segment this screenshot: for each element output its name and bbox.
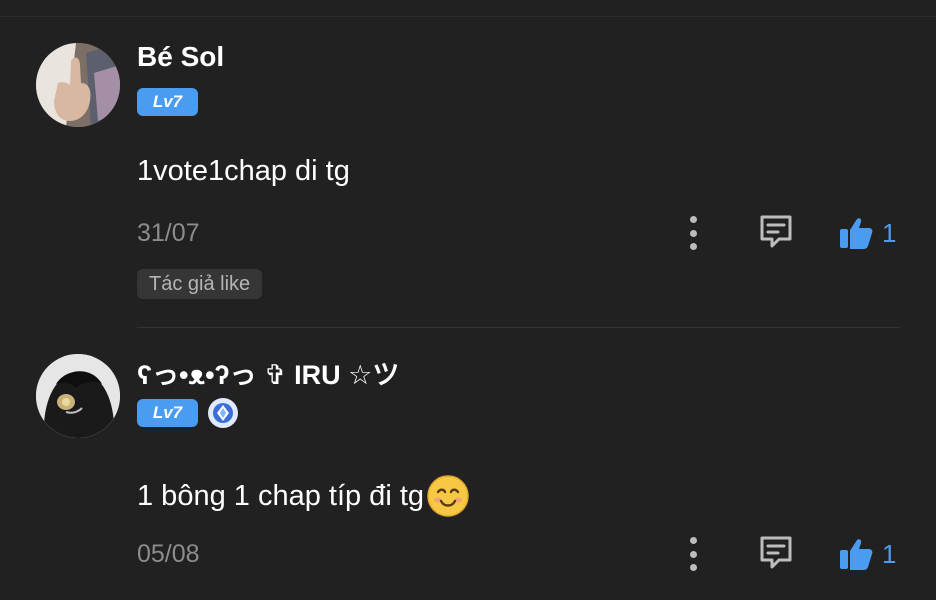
- user-badges: Lv7: [137, 88, 198, 116]
- like-button[interactable]: 1: [838, 214, 896, 252]
- more-vertical-icon: [689, 216, 697, 223]
- diamond-badge-icon: [208, 398, 238, 428]
- more-options-button[interactable]: [683, 216, 703, 250]
- comment-date: 31/07: [137, 219, 200, 247]
- avatar[interactable]: [36, 43, 120, 127]
- username[interactable]: ʕっ•ᴥ•ʔっ ✞ IRU ☆ツ: [137, 353, 399, 392]
- reply-button[interactable]: [757, 533, 795, 571]
- comment-icon: [760, 215, 792, 248]
- avatar[interactable]: [36, 354, 120, 438]
- username[interactable]: Bé Sol: [137, 41, 224, 73]
- comment-text: 1vote1chap di tg: [137, 155, 350, 188]
- comment-item: Bé Sol Lv7 1vote1chap di tg 31/07 1 Tác …: [0, 0, 936, 327]
- thumbs-up-icon: [840, 218, 873, 249]
- like-count: 1: [882, 217, 897, 248]
- level-badge: Lv7: [137, 88, 198, 116]
- user-badges: Lv7: [137, 398, 238, 428]
- level-badge: Lv7: [137, 399, 198, 427]
- comment-icon: [760, 536, 792, 569]
- smiling-face-emoji: [427, 475, 469, 517]
- like-count: 1: [882, 538, 897, 569]
- reply-button[interactable]: [757, 212, 795, 250]
- more-vertical-icon: [689, 537, 697, 544]
- comment-item: ʕっ•ᴥ•ʔっ ✞ IRU ☆ツ Lv7 1 bông 1 chap típ đ…: [0, 328, 936, 600]
- comment-text-content: 1vote1chap di tg: [137, 155, 350, 187]
- more-options-button[interactable]: [683, 537, 703, 571]
- comment-text-content: 1 bông 1 chap típ đi tg: [137, 479, 424, 512]
- author-like-tag: Tác giả like: [137, 269, 263, 299]
- like-button[interactable]: 1: [838, 535, 896, 573]
- comment-text: 1 bông 1 chap típ đi tg: [137, 474, 470, 518]
- thumbs-up-icon: [840, 539, 873, 570]
- comment-date: 05/08: [137, 540, 200, 568]
